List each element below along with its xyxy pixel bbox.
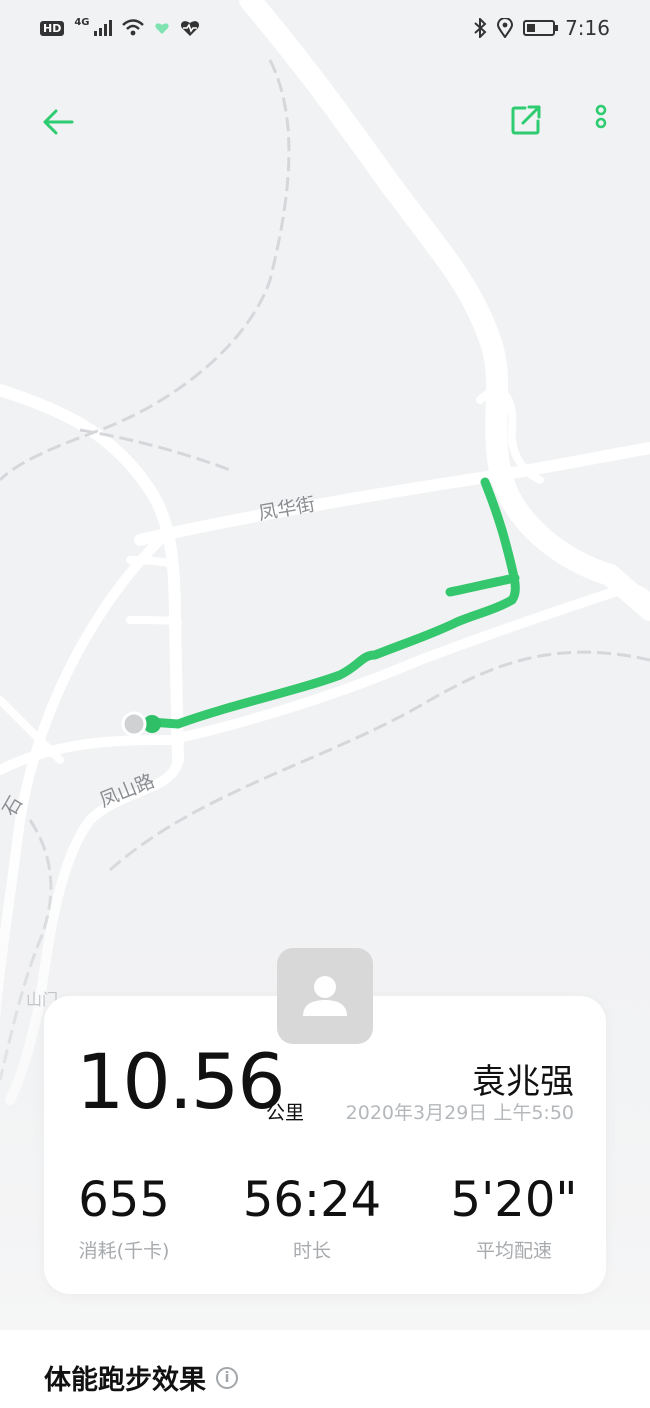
stat-duration-label: 时长	[292, 1240, 331, 1262]
user-placeholder-icon	[303, 976, 347, 1016]
wifi-icon	[121, 19, 144, 36]
workout-datetime: 2020年3月29日 上午5:50	[345, 1102, 574, 1124]
location-icon	[497, 18, 514, 38]
stat-pace-value: 5'20"	[450, 1172, 578, 1228]
user-avatar[interactable]	[277, 948, 373, 1044]
section-title-text: 体能跑步效果	[44, 1365, 206, 1396]
stat-calories: 655 消耗(千卡)	[34, 1176, 214, 1263]
hd-icon: HD	[40, 20, 65, 36]
user-name: 袁兆强	[472, 1062, 574, 1102]
arrow-left-icon[interactable]	[40, 104, 76, 140]
status-bar: HD 4G 7:16	[0, 0, 650, 56]
section-title: 体能跑步效果 i	[44, 1358, 238, 1397]
battery-icon	[523, 20, 559, 36]
distance-value: 10.56	[76, 1037, 286, 1126]
more-vertical-icon[interactable]	[588, 102, 614, 142]
signal-icon	[93, 20, 112, 36]
stat-pace-label: 平均配速	[475, 1240, 552, 1262]
status-time: 7:16	[565, 16, 610, 40]
heart-app-icon	[154, 23, 169, 34]
route-end-marker	[121, 711, 147, 737]
distance-unit: 公里	[266, 1102, 305, 1124]
stat-calories-label: 消耗(千卡)	[78, 1240, 170, 1262]
heartbeat-icon	[180, 21, 199, 36]
bluetooth-icon	[474, 18, 487, 38]
stat-duration: 56:24 时长	[222, 1176, 402, 1263]
stat-calories-value: 655	[78, 1172, 170, 1228]
stat-duration-value: 56:24	[242, 1172, 382, 1228]
info-icon[interactable]: i	[216, 1366, 238, 1389]
stat-pace: 5'20" 平均配速	[424, 1176, 604, 1263]
network-type-label: 4G	[74, 16, 90, 28]
share-export-icon[interactable]	[508, 102, 544, 138]
top-toolbar	[0, 96, 650, 152]
